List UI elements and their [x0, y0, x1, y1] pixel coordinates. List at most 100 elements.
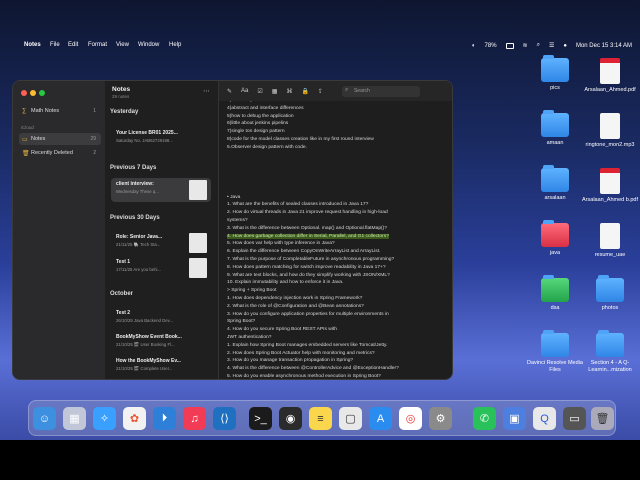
terminal-icon[interactable]: >_: [249, 407, 272, 430]
finder-icon[interactable]: ☺: [33, 407, 56, 430]
q-app-icon[interactable]: Q: [533, 407, 556, 430]
calendar-icon[interactable]: ▢: [339, 407, 362, 430]
folder-icon: [541, 275, 569, 302]
desktop-item[interactable]: java: [525, 220, 585, 257]
list-item[interactable]: How the BookMyShow Ev... 21/10/25 🎬 Comp…: [111, 355, 211, 379]
recent-window-icon[interactable]: ▭: [563, 407, 586, 430]
desktop-item[interactable]: Section 4 - A Q-Learnin...mization: [580, 330, 640, 373]
photos-icon[interactable]: ✿: [123, 407, 146, 430]
sidebar-item-recently-deleted[interactable]: 🗑 Recently Deleted 2: [19, 147, 101, 159]
note-line: 7)single ton design pattern: [227, 128, 449, 136]
menu-format[interactable]: Format: [88, 42, 107, 48]
note-line: 1. What are the benefits of sealed class…: [227, 201, 449, 209]
launchpad-icon[interactable]: ▦: [63, 407, 86, 430]
lock-icon[interactable]: 🔒: [301, 88, 308, 95]
intellij-icon[interactable]: ◉: [279, 407, 302, 430]
desktop-item[interactable]: Arsalaan_Ahmed.pdf: [580, 58, 640, 94]
safari-icon[interactable]: ✧: [93, 407, 116, 430]
note-line: 7. What is the purpose of CompletableFut…: [227, 256, 449, 264]
dock: ☺ ▦ ✧ ✿ ⏵ ♫ ⟨⟩ >_ ◉ ≡ ▢ A ◎ ⚙ ✆ ▣ Q ▭ 🗑: [28, 400, 616, 436]
document-icon: [600, 223, 620, 249]
desktop-item[interactable]: dsa: [525, 275, 585, 312]
list-item[interactable]: Test 1 17/11/25 Are you behi...: [111, 256, 211, 280]
editor-toolbar: ✎ Aa ☑ ▦ ⌘ 🔒 ⇪ ⌕ Search: [219, 81, 452, 101]
docker-icon[interactable]: ▣: [503, 407, 526, 430]
notes-app-icon[interactable]: ≡: [309, 407, 332, 430]
wifi-icon[interactable]: ≋: [523, 42, 528, 49]
folder-icon: [541, 165, 569, 192]
compose-icon[interactable]: ✎: [227, 88, 232, 95]
folder-icon: [596, 330, 624, 357]
note-line: 3. How do you manage transaction propaga…: [227, 357, 449, 365]
desktop-item[interactable]: photos: [580, 275, 640, 312]
list-item[interactable]: Role: Senior Java... 21/11/25 🐘 Tech Sta…: [111, 231, 211, 255]
chrome-icon[interactable]: ◎: [399, 407, 422, 430]
desktop-item[interactable]: ringtone_mon2.mp3: [580, 113, 640, 149]
note-line-text: 2. How do virtual threads in Java 21 imp…: [227, 210, 388, 216]
note-line-text: 5)how to debug the application: [227, 113, 294, 119]
minimize-window-button[interactable]: [30, 90, 36, 96]
trash-icon: 🗑: [22, 150, 30, 157]
battery-icon[interactable]: [505, 42, 514, 49]
note-line: 2. What is the role of @Configuration an…: [227, 303, 449, 311]
siri-icon[interactable]: ●: [563, 43, 567, 49]
menu-file[interactable]: File: [50, 42, 60, 48]
desktop-item[interactable]: Davinci Resolve Media Files: [525, 330, 585, 373]
note-line-text: 8. How does pattern matching for switch …: [227, 264, 386, 270]
table-icon[interactable]: ▦: [272, 88, 278, 95]
vscode-icon[interactable]: ⟨⟩: [213, 407, 236, 430]
sidebar-item-math-notes[interactable]: ∑ Math Notes 1: [19, 105, 101, 117]
list-item[interactable]: BookMyShow Event Book... 21/10/25 🎬 User…: [111, 331, 211, 355]
close-window-button[interactable]: [21, 90, 27, 96]
share-icon[interactable]: ⇪: [318, 88, 323, 95]
desktop-item[interactable]: Arsalaan_Ahmed b.pdf: [580, 168, 640, 204]
list-item[interactable]: client interview: Wednesday These q...: [111, 178, 211, 202]
search-input[interactable]: ⌕ Search: [341, 85, 420, 97]
whatsapp-icon[interactable]: ✆: [473, 407, 496, 430]
note-line: Spring Boot?: [227, 318, 449, 326]
format-text-icon[interactable]: Aa: [241, 88, 248, 94]
menubar-clock[interactable]: Mon Dec 15 3:14 AM: [576, 43, 632, 49]
menubar-status-icon[interactable]: ◐: [472, 43, 476, 49]
note-thumbnail: [189, 258, 207, 278]
desktop-item-label: Arsalaan_Ahmed b.pdf: [582, 197, 638, 203]
menu-edit[interactable]: Edit: [68, 42, 78, 48]
folder-icon: [541, 220, 569, 247]
more-options-icon[interactable]: ⋯: [203, 87, 210, 95]
folder-icon: [541, 55, 569, 82]
note-line-text: 3. What is the difference between Option…: [227, 225, 388, 231]
note-editor[interactable]: 3)rest end points4)abstract and interfac…: [219, 81, 452, 379]
trash-bin-icon[interactable]: 🗑: [591, 407, 614, 430]
desktop-item[interactable]: amaan: [525, 110, 585, 147]
keynote-icon[interactable]: ⏵: [153, 407, 176, 430]
note-line-text: 1. Explain how Spring Boot manages embed…: [227, 342, 388, 348]
menu-view[interactable]: View: [116, 42, 129, 48]
zoom-window-button[interactable]: [39, 90, 45, 96]
list-item[interactable]: Test 2 26/10/25 Java Backend Dev...: [111, 307, 211, 331]
note-line-text: 3. How do you manage transaction propaga…: [227, 358, 354, 364]
note-body[interactable]: 3)rest end points4)abstract and interfac…: [227, 97, 449, 379]
app-store-icon[interactable]: A: [369, 407, 392, 430]
control-center-icon[interactable]: ☰: [549, 42, 554, 49]
sidebar-item-notes[interactable]: ▭ Notes 29: [19, 133, 101, 145]
note-line: 8)code for the model classes creation li…: [227, 136, 449, 144]
checklist-icon[interactable]: ☑: [257, 88, 262, 95]
music-icon[interactable]: ♫: [183, 407, 206, 430]
sidebar-item-count: 1: [93, 108, 96, 114]
search-icon[interactable]: ⌕: [537, 42, 540, 49]
menu-window[interactable]: Window: [138, 42, 159, 48]
desktop-item[interactable]: arsalaan: [525, 165, 585, 202]
note-preview: Saturday No. JAB62729198...: [116, 138, 173, 143]
desktop-item[interactable]: resume_uae: [580, 223, 640, 259]
desktop-item[interactable]: pics: [525, 55, 585, 92]
attachment-icon[interactable]: ⌘: [286, 88, 292, 95]
menu-app-name[interactable]: Notes: [24, 42, 41, 48]
note-line-text: 7)single ton design pattern: [227, 129, 285, 135]
note-line-text: 7. What is the purpose of CompletableFut…: [227, 256, 395, 262]
sidebar-group-icloud: iCloud: [21, 125, 34, 130]
note-line: 4. How does garbage collection differ in…: [227, 233, 449, 241]
system-settings-icon[interactable]: ⚙: [429, 407, 452, 430]
list-item[interactable]: Your License BR01 2025... Saturday No. J…: [111, 127, 211, 151]
menu-help[interactable]: Help: [169, 42, 181, 48]
battery-percent[interactable]: 78%: [485, 43, 497, 49]
